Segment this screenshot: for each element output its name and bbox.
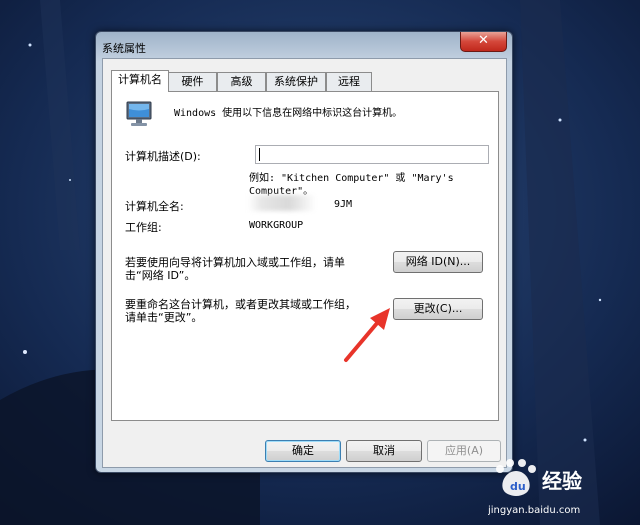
baidu-jingyan-watermark: du 经验 jingyan.baidu.com bbox=[488, 459, 582, 516]
redacted-name-blur bbox=[248, 195, 316, 211]
tab-computer-name[interactable]: 计算机名 bbox=[111, 70, 169, 92]
ok-button[interactable]: 确定 bbox=[265, 440, 341, 462]
computer-icon bbox=[126, 101, 152, 126]
system-properties-dialog: 系统属性 ✕ 计算机名 硬件 高级 系统保护 远程 Windows 使用以下信息… bbox=[95, 31, 513, 473]
change-button[interactable]: 更改(C)... bbox=[393, 298, 483, 320]
tab-system-protection[interactable]: 系统保护 bbox=[266, 72, 326, 91]
close-icon: ✕ bbox=[478, 33, 489, 48]
computer-description-label: 计算机描述(D): bbox=[125, 150, 201, 163]
dialog-title: 系统属性 bbox=[102, 42, 146, 55]
watermark-url: jingyan.baidu.com bbox=[488, 505, 580, 516]
full-computer-name-label: 计算机全名: bbox=[125, 200, 184, 213]
network-id-text-line2: 击“网络 ID”。 bbox=[125, 269, 196, 282]
tab-advanced[interactable]: 高级 bbox=[217, 72, 266, 91]
workgroup-value: WORKGROUP bbox=[249, 220, 304, 231]
watermark-brand-cn: 经验 bbox=[542, 469, 582, 493]
cancel-button[interactable]: 取消 bbox=[346, 440, 422, 462]
annotation-arrow-icon bbox=[344, 308, 390, 362]
tab-hardware[interactable]: 硬件 bbox=[168, 72, 217, 91]
svg-text:du: du bbox=[510, 480, 526, 493]
dialog-client-area: 计算机名 硬件 高级 系统保护 远程 Windows 使用以下信息在网络中标识这… bbox=[102, 58, 507, 468]
intro-text: Windows 使用以下信息在网络中标识这台计算机。 bbox=[174, 108, 403, 119]
text-caret bbox=[259, 148, 260, 161]
tab-remote[interactable]: 远程 bbox=[326, 72, 372, 91]
rename-text-line2: 请单击“更改”。 bbox=[125, 311, 203, 324]
full-computer-name-value: 9JM bbox=[334, 199, 353, 210]
computer-description-input[interactable] bbox=[255, 145, 489, 164]
workgroup-label: 工作组: bbox=[125, 221, 162, 234]
computer-name-panel: Windows 使用以下信息在网络中标识这台计算机。 计算机描述(D): 例如:… bbox=[111, 91, 499, 421]
network-id-button[interactable]: 网络 ID(N)... bbox=[393, 251, 483, 273]
dialog-titlebar[interactable]: 系统属性 ✕ bbox=[96, 32, 512, 58]
close-button[interactable]: ✕ bbox=[460, 32, 507, 52]
